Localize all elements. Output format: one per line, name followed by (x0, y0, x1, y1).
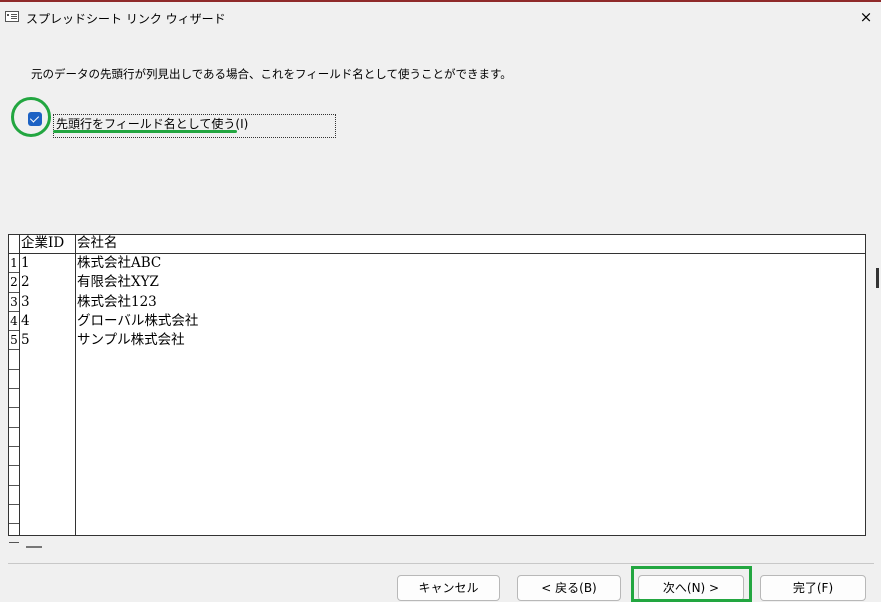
cell-company-id: 2 (21, 274, 30, 291)
form-icon (5, 11, 19, 22)
back-button[interactable]: < 戻る(B) (517, 575, 621, 601)
row-number: 4 (9, 312, 19, 332)
highlight-rect (631, 566, 752, 602)
row-number (9, 370, 19, 390)
row-number (9, 408, 19, 428)
grid-header-row: 企業ID 会社名 (9, 235, 865, 254)
row-number (9, 351, 19, 370)
row-number: 1 (9, 254, 19, 274)
highlight-circle (11, 97, 51, 137)
cell-company-id: 5 (21, 332, 30, 349)
row-number (9, 466, 19, 486)
row-number (9, 486, 19, 505)
cell-company-id: 4 (21, 312, 30, 329)
column-header-id: 企業ID (21, 235, 65, 251)
cell-company-name: サンプル株式会社 (77, 332, 185, 349)
row-number (9, 447, 19, 467)
row-number (9, 505, 19, 525)
row-number (9, 428, 19, 447)
grid-divider (75, 235, 76, 535)
column-header-name: 会社名 (77, 235, 118, 251)
row-number: 2 (9, 273, 19, 293)
row-number: 5 (9, 331, 19, 351)
title-bar: スプレッドシート リンク ウィザード × (0, 2, 881, 32)
status-dash (26, 546, 42, 548)
description-text: 元のデータの先頭行が列見出しである場合、これをフィールド名として使うことができま… (31, 67, 512, 81)
cell-company-name: 有限会社XYZ (77, 274, 159, 291)
finish-button[interactable]: 完了(F) (760, 575, 866, 601)
cell-company-id: 3 (21, 293, 30, 310)
cell-company-name: グローバル株式会社 (77, 312, 199, 329)
scrollbar-thumb[interactable] (876, 268, 879, 288)
cell-company-id: 1 (21, 255, 30, 271)
row-number (9, 389, 19, 409)
grid-divider (19, 235, 20, 535)
cell-company-name: 株式会社123 (77, 293, 157, 310)
cancel-button[interactable]: キャンセル (397, 575, 500, 601)
row-number (9, 524, 19, 544)
window-title: スプレッドシート リンク ウィザード (26, 12, 226, 26)
close-button[interactable]: × (851, 2, 881, 32)
button-separator (8, 563, 874, 564)
cell-company-name: 株式会社ABC (77, 255, 162, 271)
row-number: 3 (9, 293, 19, 312)
data-preview-grid[interactable]: 企業ID 会社名 1 1 株式会社ABC 2 2 有限会社XYZ 3 3 株式会社123 4 4 グロ… (8, 234, 866, 544)
highlight-underline (53, 130, 237, 133)
